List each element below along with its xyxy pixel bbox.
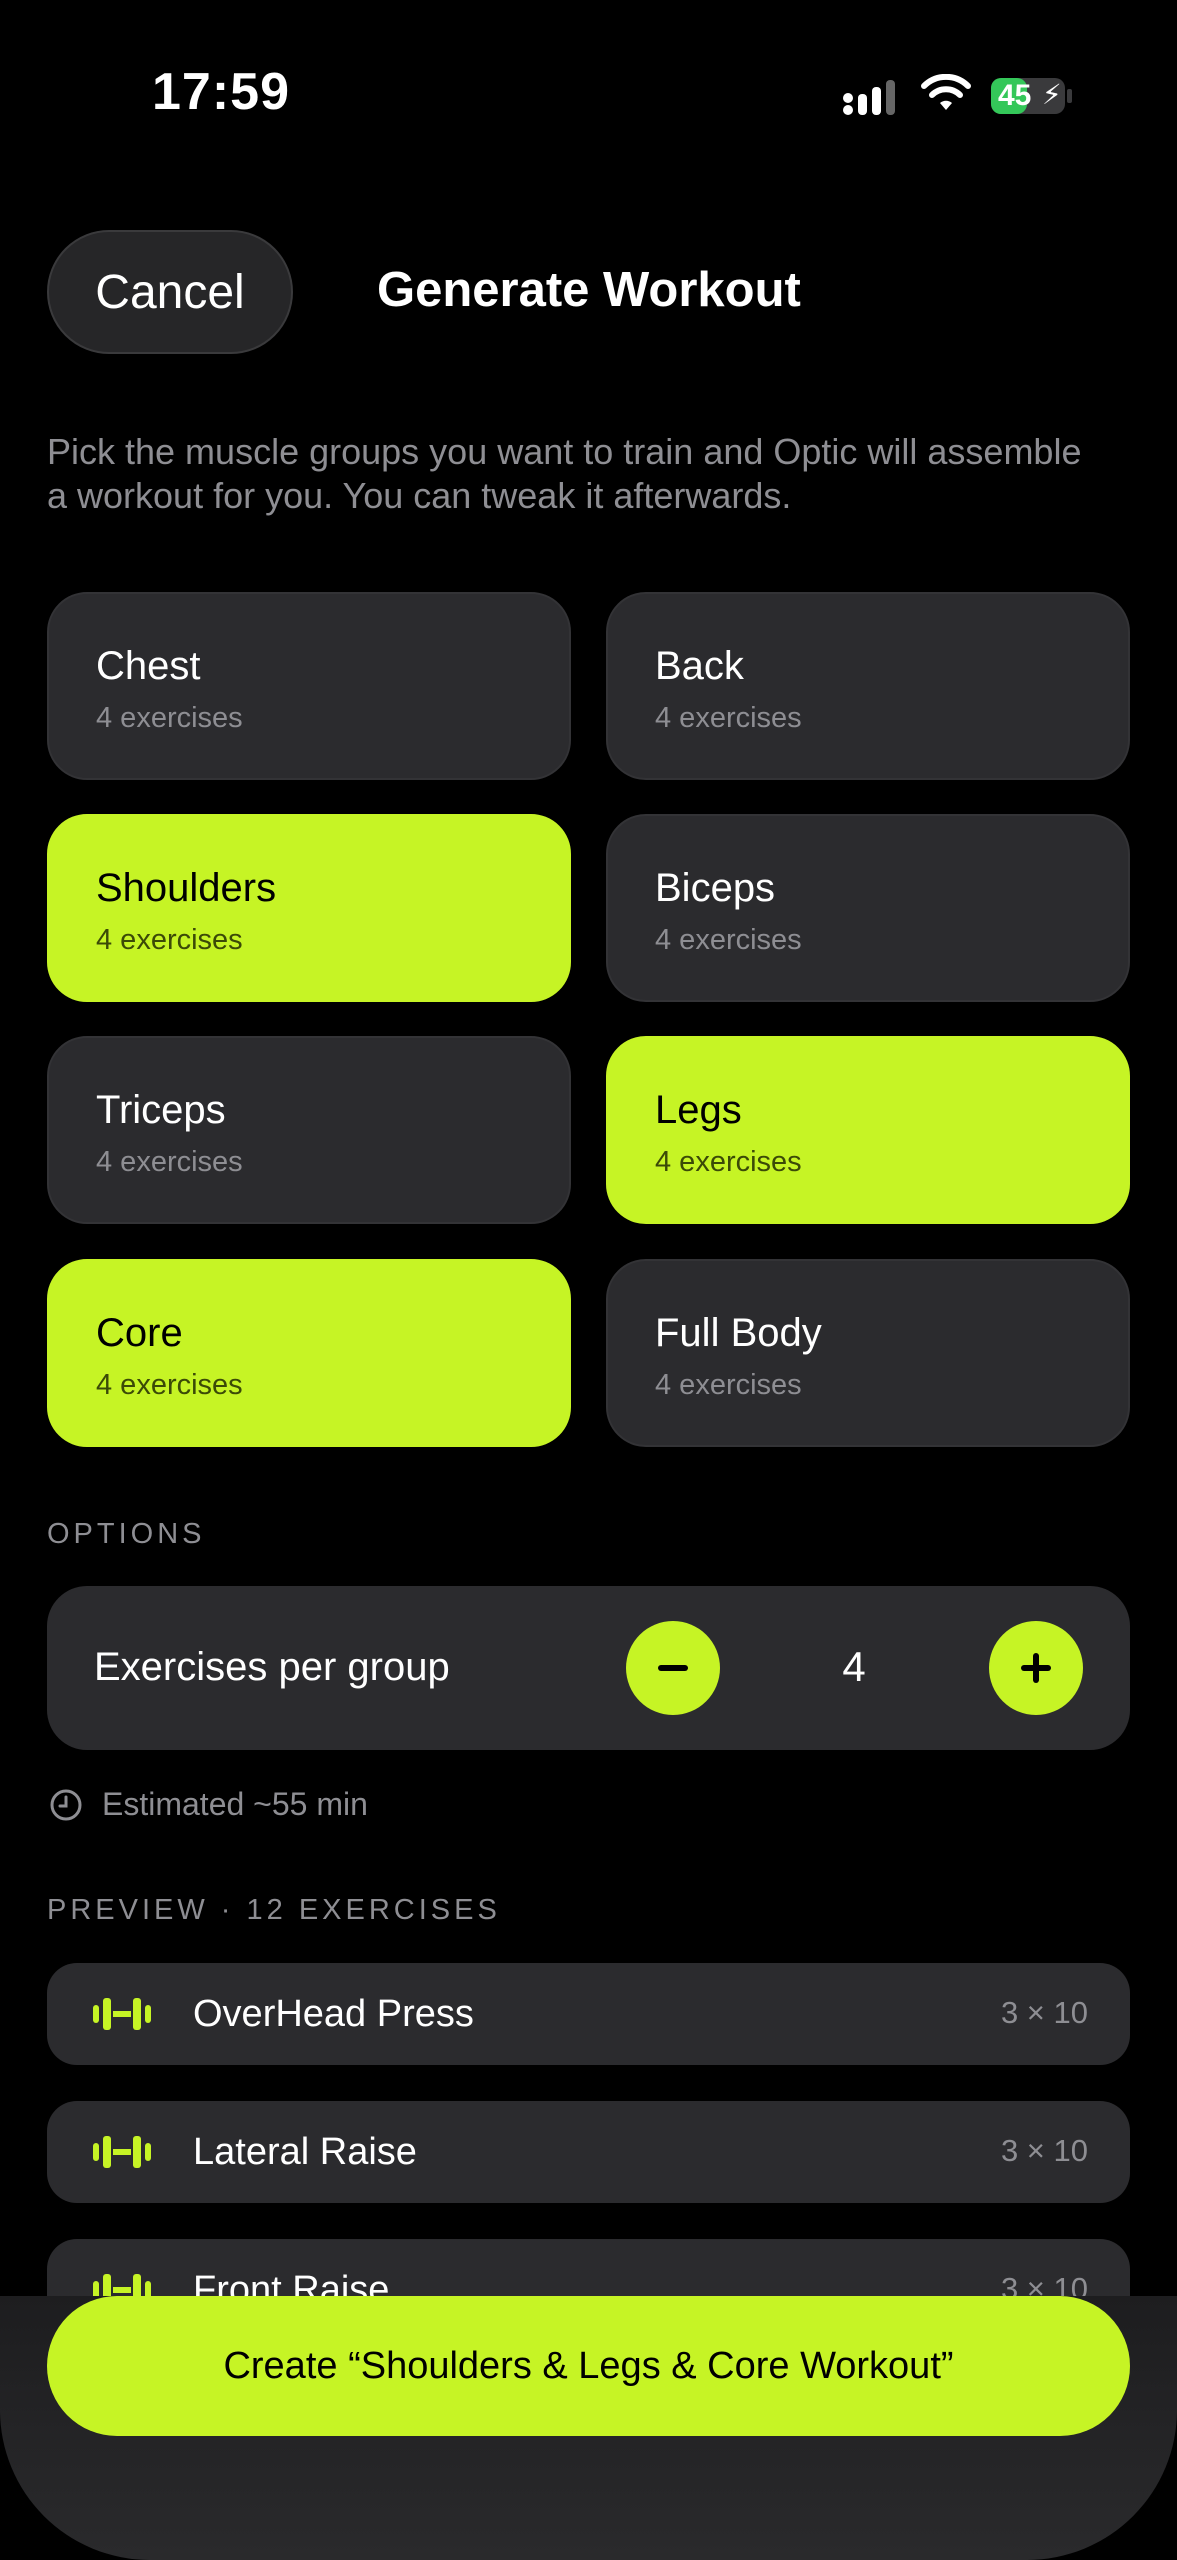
muscle-group-name: Full Body <box>655 1311 822 1355</box>
exercise-sets: 3 × 10 <box>1000 1995 1088 2030</box>
muscle-group-count: 4 exercises <box>96 702 243 734</box>
exercise-sets: 3 × 10 <box>1000 2133 1088 2168</box>
decrement-button[interactable] <box>626 1621 720 1715</box>
muscle-group-count: 4 exercises <box>96 1146 243 1178</box>
muscle-group-name: Shoulders <box>96 866 277 910</box>
muscle-group-name: Legs <box>655 1088 742 1132</box>
options-section-label: OPTIONS <box>47 1518 206 1550</box>
muscle-group-name: Back <box>655 644 744 688</box>
muscle-group-name: Biceps <box>655 866 776 910</box>
wifi-icon <box>921 74 971 110</box>
muscle-group-name: Triceps <box>96 1088 226 1132</box>
muscle-group-count: 4 exercises <box>655 924 802 956</box>
muscle-group-card-core[interactable]: Core 4 exercises <box>47 1259 571 1447</box>
preview-section-label: PREVIEW · 12 EXERCISES <box>47 1894 501 1926</box>
muscle-group-card-shoulders[interactable]: Shoulders 4 exercises <box>47 814 571 1002</box>
battery-icon: 45 ⚡ <box>990 76 1074 116</box>
muscle-group-count: 4 exercises <box>96 924 243 956</box>
muscle-group-name: Core <box>96 1311 183 1355</box>
exercise-name: OverHead Press <box>193 1993 474 2035</box>
create-workout-button[interactable]: Create “Shoulders & Legs & Core Workout” <box>47 2296 1130 2436</box>
page-title: Generate Workout <box>377 263 801 317</box>
exercise-name: Lateral Raise <box>193 2131 417 2173</box>
exercise-row[interactable]: Lateral Raise 3 × 10 <box>47 2101 1130 2203</box>
muscle-group-card-back[interactable]: Back 4 exercises <box>606 592 1130 780</box>
clock-icon <box>50 1789 82 1821</box>
exercises-per-group-value: 4 <box>842 1643 866 1690</box>
muscle-group-card-full-body[interactable]: Full Body 4 exercises <box>606 1259 1130 1447</box>
muscle-group-count: 4 exercises <box>655 1369 802 1401</box>
cellular-signal-icon <box>843 80 895 115</box>
muscle-group-count: 4 exercises <box>96 1369 243 1401</box>
muscle-group-card-chest[interactable]: Chest 4 exercises <box>47 592 571 780</box>
charging-bolt-icon: ⚡ <box>1042 79 1062 110</box>
status-time: 17:59 <box>152 63 290 121</box>
exercises-per-group-label: Exercises per group <box>94 1645 450 1689</box>
cancel-button[interactable]: Cancel <box>47 230 293 354</box>
muscle-group-name: Chest <box>96 644 201 688</box>
muscle-group-card-biceps[interactable]: Biceps 4 exercises <box>606 814 1130 1002</box>
muscle-group-count: 4 exercises <box>655 1146 802 1178</box>
battery-level: 45 <box>998 79 1032 112</box>
dumbbell-icon <box>93 1998 151 2030</box>
minus-icon <box>658 1665 688 1671</box>
estimated-duration: Estimated ~55 min <box>102 1786 368 1822</box>
muscle-group-card-legs[interactable]: Legs 4 exercises <box>606 1036 1130 1224</box>
description-text: Pick the muscle groups you want to train… <box>47 431 1082 516</box>
muscle-group-count: 4 exercises <box>655 702 802 734</box>
increment-button[interactable] <box>989 1621 1083 1715</box>
muscle-group-card-triceps[interactable]: Triceps 4 exercises <box>47 1036 571 1224</box>
dumbbell-icon <box>93 2136 151 2168</box>
exercise-row[interactable]: OverHead Press 3 × 10 <box>47 1963 1130 2065</box>
plus-icon <box>1021 1653 1051 1683</box>
